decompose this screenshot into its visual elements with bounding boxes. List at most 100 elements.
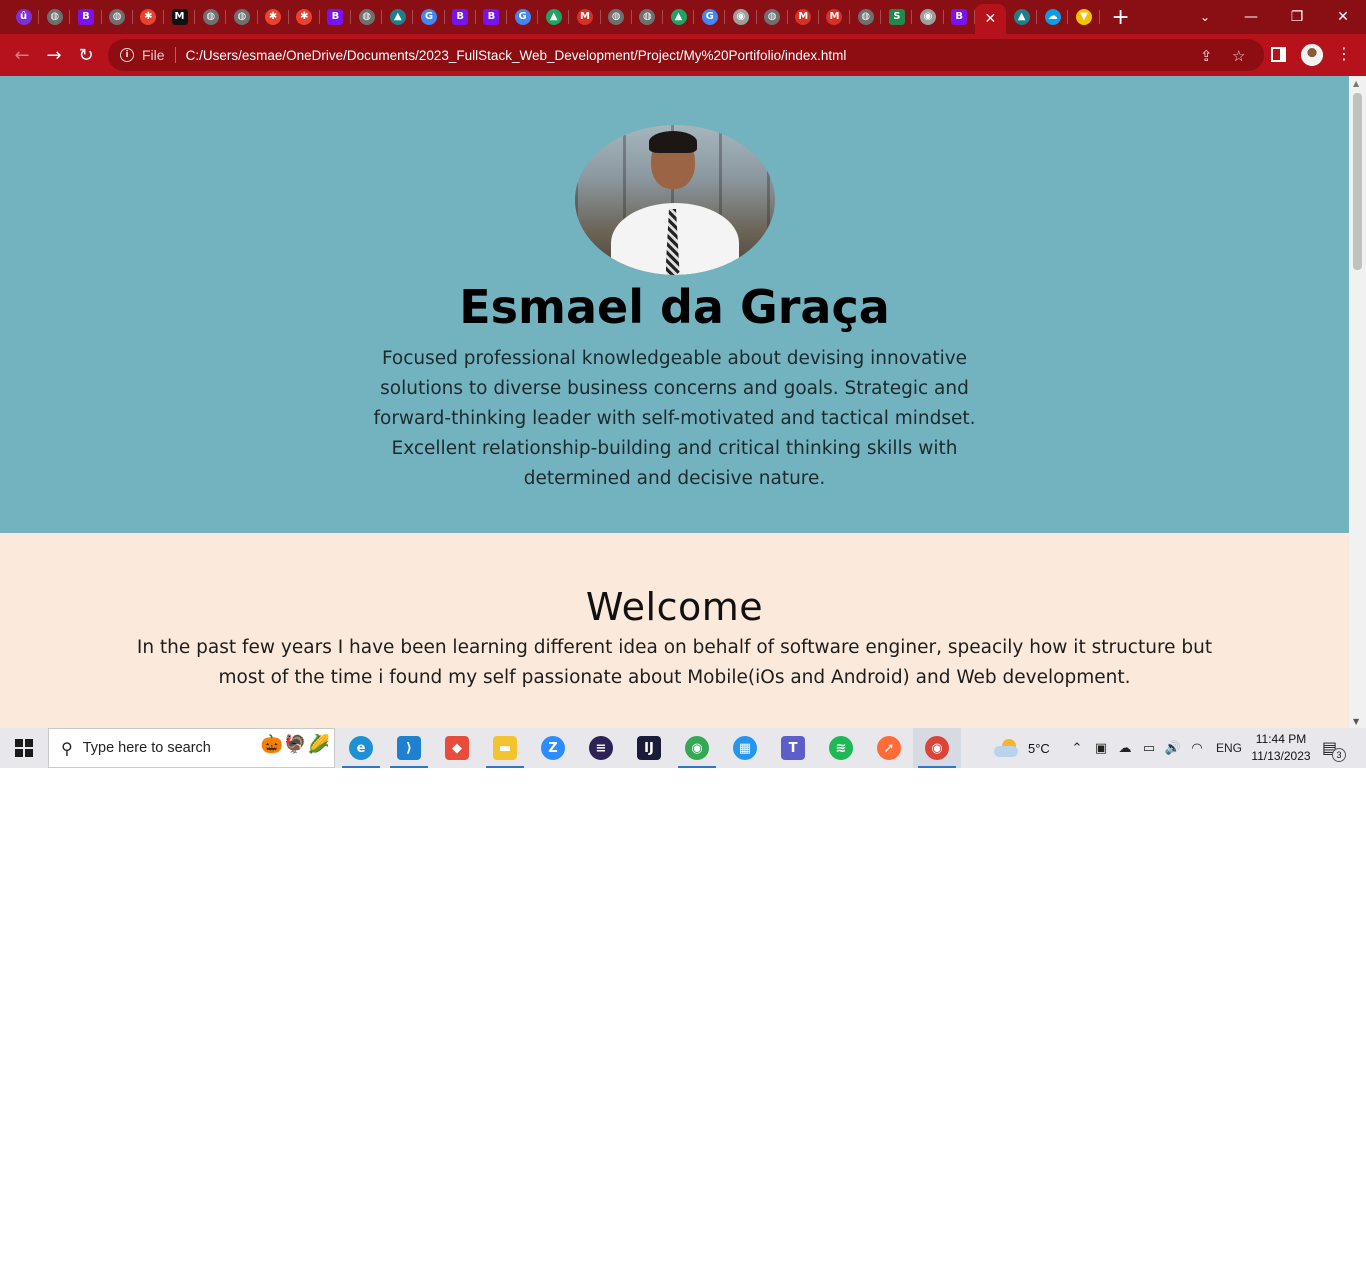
browser-tab[interactable]: ✱ (289, 0, 321, 34)
browser-menu-icon[interactable]: ⋮ (1336, 44, 1352, 63)
browser-tab[interactable]: ◉ (912, 0, 944, 34)
browser-tab[interactable]: ▲ (538, 0, 570, 34)
bookmark-star-icon[interactable]: ☆ (1232, 47, 1245, 65)
browser-tab[interactable]: M (569, 0, 601, 34)
taskbar-clock[interactable]: 11:44 PM 11/13/2023 (1248, 731, 1314, 765)
browser-tab[interactable]: ✱ (133, 0, 165, 34)
tab-favicon-google-icon: G (701, 9, 718, 25)
share-icon[interactable]: ⇪ (1200, 47, 1213, 65)
restore-button[interactable]: ❐ (1274, 0, 1320, 34)
address-bar[interactable]: i File C:/Users/esmae/OneDrive/Documents… (108, 39, 1264, 71)
eclipse-icon: ≡ (589, 736, 613, 760)
browser-tab[interactable]: ◍ (351, 0, 383, 34)
weather-widget[interactable]: 5°C (994, 728, 1050, 768)
browser-tab[interactable]: S (881, 0, 913, 34)
new-tab-button[interactable]: + (1104, 0, 1138, 34)
taskbar-app-git[interactable]: ◆ (433, 728, 481, 768)
input-language[interactable]: ENG (1216, 741, 1242, 755)
scroll-down-arrow-icon[interactable]: ▼ (1353, 717, 1359, 726)
profile-photo (574, 125, 775, 275)
tab-favicon-mountain-icon: ▲ (389, 9, 406, 25)
tab-favicon-asterisk-icon: ✱ (296, 9, 313, 25)
browser-tab[interactable]: G (507, 0, 539, 34)
zoom-icon: Z (541, 736, 565, 760)
taskbar-app-docker[interactable]: ▦ (721, 728, 769, 768)
browser-tab[interactable]: û (8, 0, 40, 34)
taskbar-app-intellij[interactable]: IJ (625, 728, 673, 768)
browser-tab[interactable]: ✱ (258, 0, 289, 34)
taskbar-app-teams[interactable]: T (769, 728, 817, 768)
browser-tab[interactable]: ◍ (850, 0, 882, 34)
taskbar-app-spotify[interactable]: ≋ (817, 728, 865, 768)
close-window-button[interactable]: ✕ (1320, 0, 1366, 34)
browser-tab[interactable]: ◍ (39, 0, 71, 34)
taskbar-app-vscode[interactable]: ⟩ (385, 728, 433, 768)
forward-button[interactable]: → (38, 39, 70, 71)
meet-now-icon[interactable]: ▣ (1092, 741, 1110, 756)
tab-strip: û ◍ B ◍ ✱ M ◍ ◍ ✱ ✱ B ◍ ▲ G B B G ▲ M ◍ ◍ ▲ G ◉ ◍ M M ◍ S ◉ B ✕ ▲ ☁ ▼ + (0, 0, 1366, 34)
clock-date: 11/13/2023 (1251, 749, 1311, 763)
url-text[interactable]: C:/Users/esmae/OneDrive/Documents/2023_F… (186, 48, 847, 63)
browser-tab[interactable]: M (788, 0, 820, 34)
taskbar-app-file-explorer[interactable]: ▬ (481, 728, 529, 768)
taskbar-app-chrome[interactable]: ◉ (913, 728, 961, 768)
browser-tab[interactable]: B (445, 0, 477, 34)
search-placeholder[interactable]: Type here to search (83, 740, 211, 756)
chrome-icon: ◉ (925, 736, 949, 760)
browser-tab[interactable]: G (413, 0, 445, 34)
search-highlight-art[interactable]: 🎃 🦃 🌽 (261, 734, 330, 755)
browser-tab[interactable]: M (164, 0, 196, 34)
taskbar-app-zoom[interactable]: Z (529, 728, 577, 768)
battery-icon[interactable]: ▭ (1140, 741, 1158, 756)
browser-tab[interactable]: B (70, 0, 102, 34)
tab-favicon-globe-icon: ◍ (764, 9, 781, 25)
info-icon[interactable]: i (120, 48, 134, 62)
taskbar-app-chrome-profile[interactable]: ◉ (673, 728, 721, 768)
tab-favicon-bootstrap-icon: B (327, 9, 344, 25)
browser-tab[interactable]: ◍ (601, 0, 632, 34)
tab-favicon-globe-icon: ◍ (358, 9, 375, 25)
browser-tab[interactable]: G (694, 0, 726, 34)
browser-tab[interactable]: B (944, 0, 976, 34)
windows-logo-icon (15, 739, 33, 757)
browser-tab[interactable]: ◍ (102, 0, 133, 34)
taskbar-app-eclipse[interactable]: ≡ (577, 728, 625, 768)
taskbar-app-postman[interactable]: ➚ (865, 728, 913, 768)
browser-tab[interactable]: ◍ (195, 0, 227, 34)
taskbar-search-box[interactable]: ⚲ Type here to search 🎃 🦃 🌽 (48, 728, 335, 768)
minimize-button[interactable]: — (1228, 0, 1274, 34)
browser-tab[interactable]: ◍ (226, 0, 258, 34)
taskbar-app-edge[interactable]: e (337, 728, 385, 768)
browser-tab[interactable]: B (320, 0, 352, 34)
browser-tab[interactable]: ▲ (1006, 0, 1038, 34)
browser-tab[interactable]: ▼ (1068, 0, 1100, 34)
volume-icon[interactable]: 🔊 (1164, 741, 1182, 756)
wifi-icon[interactable]: ◠ (1188, 741, 1206, 756)
browser-tab[interactable]: ◉ (725, 0, 757, 34)
browser-tab[interactable]: ☁ (1037, 0, 1069, 34)
scheme-chip[interactable]: File (142, 47, 176, 63)
browser-tab[interactable]: ▲ (382, 0, 414, 34)
scroll-thumb[interactable] (1353, 93, 1362, 270)
browser-tab[interactable]: ◍ (632, 0, 664, 34)
browser-tab-active[interactable]: ✕ (974, 4, 1006, 34)
scroll-up-arrow-icon[interactable]: ▲ (1353, 79, 1359, 88)
side-panel-icon[interactable] (1271, 47, 1286, 62)
tab-search-button[interactable]: ⌄ (1188, 0, 1222, 34)
pumpkin-icon: 🎃 (260, 734, 284, 755)
hero-name: Esmael da Graça (459, 280, 890, 334)
browser-tab[interactable]: B (476, 0, 508, 34)
profile-avatar[interactable] (1301, 44, 1323, 66)
browser-tab[interactable]: M (819, 0, 851, 34)
browser-tab[interactable]: ▲ (663, 0, 695, 34)
tab-favicon-google-icon: G (514, 9, 531, 25)
weather-temperature: 5°C (1028, 740, 1050, 756)
reload-button[interactable]: ↻ (70, 39, 102, 71)
browser-tab[interactable]: ◍ (757, 0, 788, 34)
notification-center-button[interactable]: ▤ 3 (1322, 738, 1346, 762)
start-button[interactable] (0, 728, 48, 768)
show-hidden-icons-chevron-icon[interactable]: ⌃ (1068, 741, 1086, 756)
page-scrollbar[interactable]: ▲ ▼ (1349, 76, 1366, 728)
onedrive-icon[interactable]: ☁ (1116, 741, 1134, 756)
back-button[interactable]: ← (6, 39, 38, 71)
